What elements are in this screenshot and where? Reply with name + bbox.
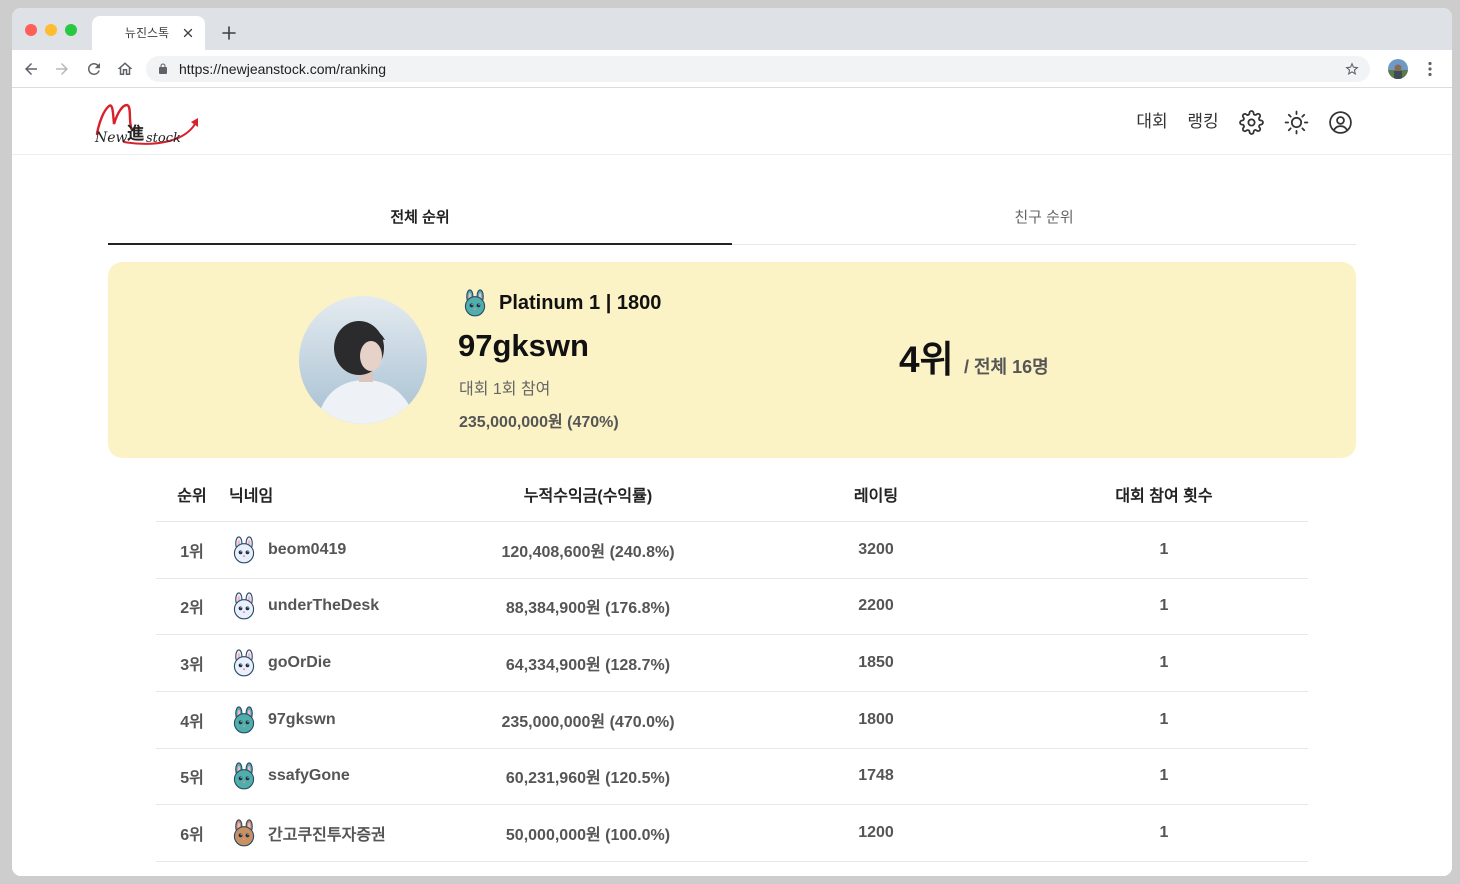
- bunny-icon: [229, 761, 259, 791]
- browser-menu-icon[interactable]: [1426, 61, 1434, 77]
- rank-cell: 6위: [180, 827, 204, 845]
- nickname-cell: 97gkswn: [228, 705, 444, 735]
- rating-cell: 1748: [858, 767, 894, 785]
- bunny-icon: [229, 535, 259, 565]
- table-row[interactable]: 2위 underTheDesk 88,384,900원 (176.8%) 220…: [156, 579, 1308, 636]
- header-participation-count: 대회 참여 횟수: [1115, 487, 1213, 505]
- nickname-text: 97gkswn: [268, 710, 336, 728]
- page-content: New 進 stock 대회 랭킹 전체 순위 친구 순위 Platinum 1…: [12, 88, 1452, 876]
- header-rating: 레이팅: [853, 487, 899, 505]
- account-avatar[interactable]: [1388, 59, 1408, 79]
- reload-icon[interactable]: [85, 60, 103, 78]
- table-row[interactable]: 6위 간고쿠진투자증권 50,000,000원 (100.0%) 1200 1: [156, 805, 1308, 862]
- bunny-icon: [229, 591, 259, 621]
- header-profit: 누적수익금(수익률): [523, 487, 653, 505]
- participation-cell: 1: [1159, 767, 1169, 785]
- rating-cell: 1800: [858, 710, 894, 728]
- newjeanstock-logo[interactable]: New 進 stock: [94, 100, 206, 146]
- table-row[interactable]: 1위 beom0419 120,408,600원 (240.8%) 3200 1: [156, 522, 1308, 579]
- rank-cell: 2위: [180, 600, 204, 618]
- browser-tab-bar: 뉴진스톡: [12, 8, 1452, 50]
- bunny-icon: [229, 705, 259, 735]
- my-nickname: 97gkswn: [458, 328, 589, 363]
- close-icon[interactable]: [182, 27, 194, 39]
- user-circle-icon[interactable]: [1328, 110, 1353, 135]
- forward-arrow-icon[interactable]: [53, 60, 71, 78]
- profit-cell: 88,384,900원 (176.8%): [505, 600, 671, 618]
- address-bar[interactable]: https://newjeanstock.com/ranking: [146, 56, 1370, 82]
- svg-text:New: New: [94, 130, 128, 146]
- minimize-window-button[interactable]: [45, 24, 57, 36]
- nav-contest[interactable]: 대회: [1128, 110, 1176, 134]
- tab-friend-ranking[interactable]: 친구 순위: [732, 194, 1356, 244]
- nav-ranking[interactable]: 랭킹: [1179, 110, 1227, 134]
- new-tab-plus-icon[interactable]: [222, 26, 236, 40]
- browser-tab[interactable]: 뉴진스톡: [92, 16, 205, 50]
- profit-cell: 60,231,960원 (120.5%): [505, 770, 671, 788]
- rating-cell: 1200: [858, 824, 894, 842]
- nickname-cell: 간고쿠진투자증권: [228, 818, 444, 848]
- table-row[interactable]: 4위 97gkswn 235,000,000원 (470.0%) 1800 1: [156, 692, 1308, 749]
- lock-icon[interactable]: [157, 63, 169, 75]
- bunny-icon: [229, 818, 259, 848]
- tab-title: 뉴진스톡: [124, 26, 170, 40]
- cumulative-profit: 235,000,000원 (470%): [459, 414, 619, 431]
- profit-cell: 120,408,600원 (240.8%): [501, 543, 675, 561]
- total-participants: / 전체 16명: [964, 357, 1049, 377]
- nickname-cell: beom0419: [228, 535, 444, 565]
- nickname-cell: underTheDesk: [228, 591, 444, 621]
- nickname-cell: goOrDie: [228, 648, 444, 678]
- tier-label: Platinum 1 | 1800: [499, 292, 662, 314]
- rank-cell: 1위: [180, 543, 204, 561]
- profit-cell: 64,334,900원 (128.7%): [505, 657, 671, 675]
- profit-cell: 235,000,000원 (470.0%): [501, 713, 675, 731]
- sun-icon[interactable]: [1284, 110, 1309, 135]
- rank-cell: 3위: [180, 657, 204, 675]
- participation-cell: 1: [1159, 824, 1169, 842]
- rating-cell: 3200: [858, 540, 894, 558]
- participation-cell: 1: [1159, 540, 1169, 558]
- nickname-text: 간고쿠진투자증권: [268, 827, 386, 845]
- home-icon[interactable]: [116, 60, 134, 78]
- nickname-text: underTheDesk: [268, 597, 380, 615]
- rating-cell: 1850: [858, 654, 894, 672]
- table-row[interactable]: 3위 goOrDie 64,334,900원 (128.7%) 1850 1: [156, 635, 1308, 692]
- tab-overall-ranking[interactable]: 전체 순위: [108, 194, 732, 245]
- header-nickname: 닉네임: [229, 487, 274, 505]
- ranking-tabs: 전체 순위 친구 순위: [108, 194, 1356, 245]
- my-rank: 4위: [899, 339, 954, 380]
- site-header: New 進 stock 대회 랭킹: [12, 88, 1452, 155]
- back-arrow-icon[interactable]: [22, 60, 40, 78]
- nickname-cell: ssafyGone: [228, 761, 444, 791]
- maximize-window-button[interactable]: [65, 24, 77, 36]
- ranking-table: 순위 닉네임 누적수익금(수익률) 레이팅 대회 참여 횟수 1위 beom04…: [156, 466, 1308, 862]
- nickname-text: ssafyGone: [268, 767, 350, 785]
- url-text[interactable]: https://newjeanstock.com/ranking: [179, 56, 386, 82]
- svg-text:進: 進: [127, 124, 144, 144]
- rank-cell: 5위: [180, 770, 204, 788]
- bunny-icon: [460, 288, 490, 318]
- header-rank: 순위: [177, 487, 207, 505]
- rating-cell: 2200: [858, 597, 894, 615]
- bookmark-star-icon[interactable]: [1344, 61, 1360, 77]
- table-row[interactable]: 5위 ssafyGone 60,231,960원 (120.5%) 1748 1: [156, 749, 1308, 806]
- table-header: 순위 닉네임 누적수익금(수익률) 레이팅 대회 참여 횟수: [156, 466, 1308, 522]
- gear-icon[interactable]: [1239, 110, 1264, 135]
- nickname-text: goOrDie: [268, 654, 332, 672]
- profile-photo: [299, 296, 427, 424]
- profit-cell: 50,000,000원 (100.0%): [505, 827, 671, 845]
- rank-cell: 4위: [180, 713, 204, 731]
- participation-cell: 1: [1159, 597, 1169, 615]
- svg-text:stock: stock: [146, 131, 181, 146]
- close-window-button[interactable]: [25, 24, 37, 36]
- my-rank-card: Platinum 1 | 1800 97gkswn 대회 1회 참여 235,0…: [108, 262, 1356, 458]
- browser-window: 뉴진스톡 https://newjeanstock.com/ranking Ne…: [12, 8, 1452, 876]
- browser-toolbar: https://newjeanstock.com/ranking: [12, 50, 1452, 88]
- participation-cell: 1: [1159, 654, 1169, 672]
- participation-count: 대회 1회 참여: [459, 381, 551, 398]
- participation-cell: 1: [1159, 710, 1169, 728]
- nickname-text: beom0419: [268, 540, 347, 558]
- bunny-icon: [229, 648, 259, 678]
